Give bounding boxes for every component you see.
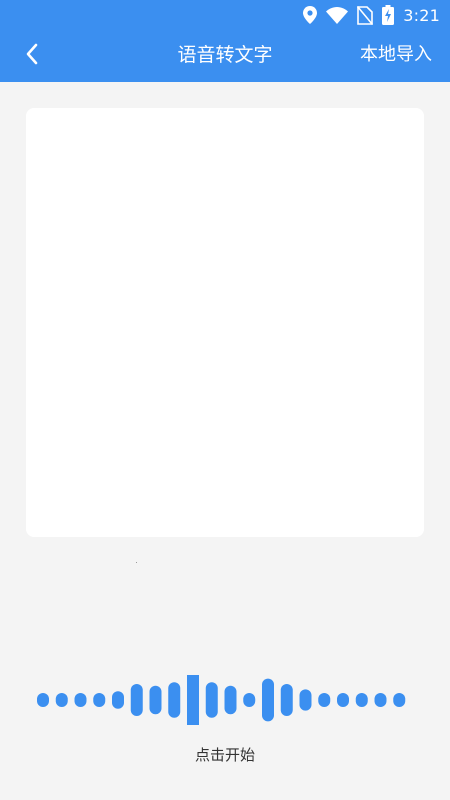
waveform-bar [337,693,349,707]
waveform-bar [55,693,68,707]
start-recording-button[interactable]: 点击开始 [0,745,450,765]
battery-charging-icon [382,5,395,25]
navigation-bar: 语音转文字 本地导入 [0,30,450,82]
location-icon [303,6,318,24]
waveform-bar [374,693,387,707]
transcript-panel[interactable] [26,108,424,537]
waveform-bar [280,684,293,716]
local-import-button[interactable]: 本地导入 [360,42,432,68]
waveform-bar [355,693,368,707]
waveform-bar [224,685,237,715]
waveform-bar [112,691,124,709]
waveform-bar [318,693,331,707]
cursor-dot [136,562,137,563]
voice-waveform[interactable] [0,672,450,728]
app-header: 3:21 语音转文字 本地导入 [0,0,450,82]
waveform-bar [187,675,199,725]
status-icons: 3:21 [303,4,440,26]
waveform-bar [168,682,181,718]
waveform-bar [74,693,87,707]
waveform-bar [243,693,256,707]
waveform-bar [130,684,143,716]
status-bar: 3:21 [0,0,450,30]
waveform-bar [149,685,162,715]
waveform-bar [393,693,406,707]
waveform-bar [205,682,218,718]
wifi-icon [326,6,349,24]
waveform-bar [299,689,312,711]
no-sim-icon [357,5,374,25]
waveform-bar [37,693,49,707]
waveform-bar [93,693,106,707]
waveform-bar [262,678,274,722]
status-time: 3:21 [403,5,440,25]
